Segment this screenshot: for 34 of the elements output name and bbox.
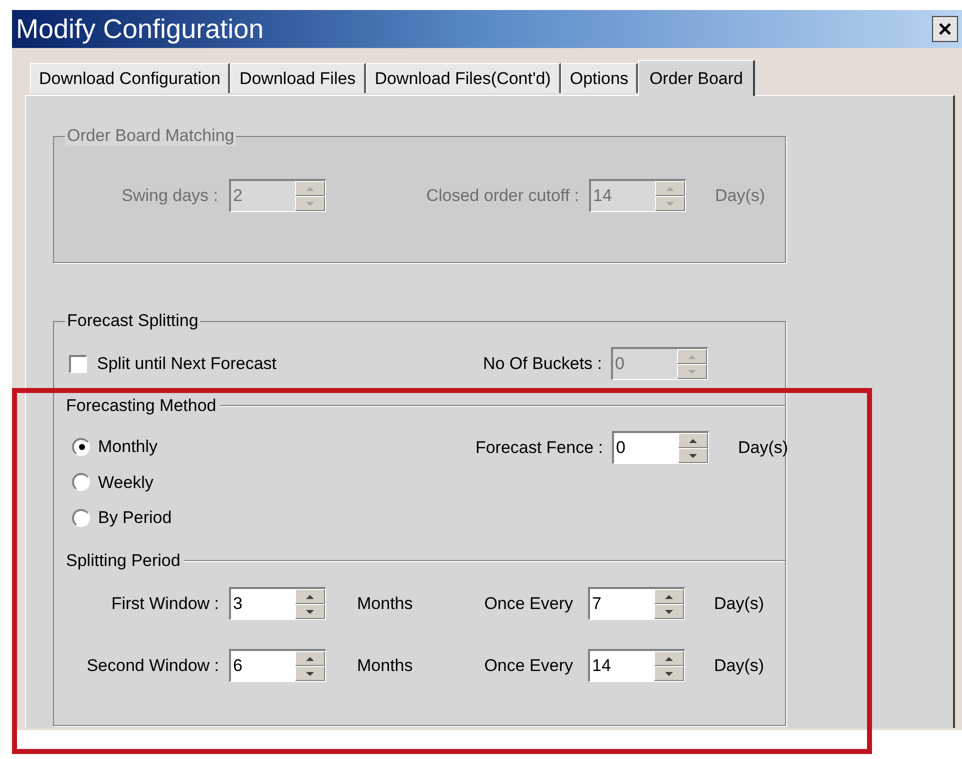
unit-label: Months [357, 654, 414, 677]
group-title: Order Board Matching [65, 126, 236, 146]
field-label: Swing days : [120, 184, 218, 207]
field-label: Closed order cutoff : [425, 184, 579, 207]
section-title: Forecasting Method [65, 396, 218, 416]
group-title: Forecast Splitting [65, 311, 200, 331]
field-label: Forecast Fence : [474, 436, 603, 459]
tab[interactable]: Download Files [230, 63, 366, 93]
radio-option[interactable]: By Period [72, 505, 172, 530]
tab[interactable]: Options [560, 63, 638, 93]
unit-label: Day(s) [714, 654, 764, 677]
field-label: Once Every [483, 592, 573, 615]
radio-option[interactable]: Monthly [72, 434, 158, 460]
close-button[interactable] [932, 16, 958, 42]
radio-button[interactable] [72, 438, 90, 456]
tab[interactable]: Download Configuration [30, 63, 230, 93]
window-title: Modify Configuration [16, 16, 264, 42]
close-icon [938, 22, 952, 36]
field-label: Once Every [483, 654, 573, 677]
radio-option[interactable]: Weekly [72, 470, 154, 495]
checkbox[interactable] [69, 354, 87, 372]
unit-label: Day(s) [714, 592, 764, 615]
field-label: First Window : [110, 592, 219, 615]
tab[interactable]: Download Files(Cont'd) [366, 63, 561, 93]
radio-button[interactable] [72, 508, 90, 527]
tab[interactable]: Order Board [638, 60, 755, 96]
unit-label: Day(s) [715, 184, 766, 207]
unit-label: Months [357, 592, 414, 615]
unit-label: Day(s) [738, 436, 788, 459]
field-label: No Of Buckets : [482, 352, 602, 375]
field-label: Split until Next Forecast [97, 352, 278, 375]
radio-button[interactable] [72, 473, 90, 492]
field-label: Second Window : [86, 654, 219, 677]
section-title: Splitting Period [65, 551, 182, 571]
